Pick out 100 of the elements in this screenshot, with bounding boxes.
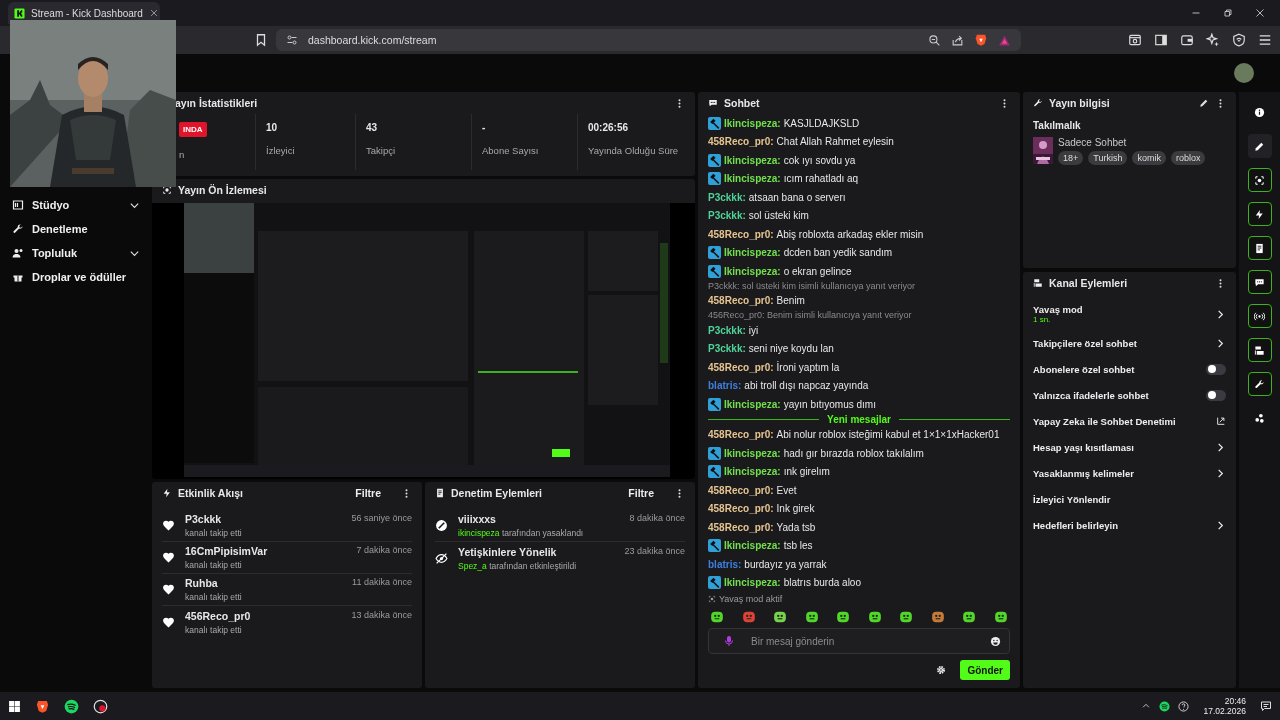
notification-icon[interactable] (1260, 700, 1272, 712)
channel-action[interactable]: Yavaş mod 1 sn. (1029, 298, 1230, 330)
settings-icon[interactable] (936, 665, 947, 675)
user-name[interactable]: 458Reco_pr0: (708, 295, 774, 307)
toggle-switch[interactable] (1206, 363, 1226, 375)
user-name[interactable]: blatris: (708, 380, 742, 392)
user-name[interactable]: Ikincispeza: (724, 577, 781, 589)
user-name: 16CmPipisimVar (185, 545, 268, 557)
user-name[interactable]: P3ckkk: (708, 191, 746, 203)
user-name[interactable]: Ikincispeza: (724, 398, 781, 410)
sidebar-icon[interactable] (1154, 33, 1168, 47)
user-name[interactable]: Ikincispeza: (724, 247, 781, 259)
rail-button[interactable] (1247, 168, 1272, 192)
triangle-icon[interactable] (998, 33, 1011, 47)
app-icon[interactable] (93, 698, 108, 714)
rail-button[interactable] (1247, 270, 1272, 294)
screenshot-icon[interactable] (1128, 33, 1142, 47)
menu-icon[interactable] (1258, 33, 1272, 47)
restore-icon[interactable] (1222, 7, 1234, 19)
channel-action[interactable]: Hesap yaşı kısıtlaması (1029, 434, 1230, 460)
user-name[interactable]: Ikincispeza: (724, 154, 781, 166)
rail-button[interactable] (1247, 338, 1272, 362)
emote-icon[interactable] (899, 610, 914, 624)
edit-icon[interactable] (1199, 98, 1209, 108)
zoom-icon[interactable] (928, 33, 941, 47)
emote-icon[interactable] (930, 610, 945, 624)
emote-icon[interactable] (741, 610, 756, 624)
user-name[interactable]: Ikincispeza: (724, 173, 781, 185)
emote-icon[interactable] (993, 610, 1008, 624)
user-name[interactable]: 458Reco_pr0: (708, 228, 774, 240)
avatar[interactable] (1234, 63, 1254, 83)
send-button[interactable]: Gönder (960, 660, 1010, 680)
spotify-icon[interactable] (64, 698, 79, 714)
shield-icon[interactable] (974, 33, 988, 47)
user-name[interactable]: Ikincispeza: (724, 117, 781, 129)
microphone-icon[interactable] (723, 635, 735, 647)
message-box[interactable]: Bir mesaj gönderin (708, 628, 1010, 654)
filter-button[interactable]: Filtre (355, 487, 381, 499)
user-name[interactable]: 458Reco_pr0: (708, 136, 774, 148)
message-text: burdayız ya yarrak (744, 558, 827, 570)
user-name[interactable]: Ikincispeza: (724, 466, 781, 478)
tag: komik (1132, 151, 1166, 165)
channel-action[interactable]: Abonelere özel sohbet (1029, 356, 1230, 382)
address-bar[interactable]: dashboard.kick.com/stream (276, 29, 1021, 51)
user-name[interactable]: blatris: (708, 558, 742, 570)
sidebar-item[interactable]: Stüdyo (0, 196, 150, 214)
channel-action[interactable]: Takipçilere özel sohbet (1029, 330, 1230, 356)
shield-icon[interactable] (1232, 33, 1246, 47)
sidebar-item[interactable]: Droplar ve ödüller (0, 268, 150, 286)
user-name[interactable]: Ikincispeza: (724, 447, 781, 459)
channel-action[interactable]: Yasaklanmış kelimeler (1029, 460, 1230, 486)
user-name[interactable]: Ikincispeza: (724, 265, 781, 277)
user-name[interactable]: P3ckkk: (708, 210, 746, 222)
windows-start-icon[interactable] (8, 699, 21, 713)
sparkle-icon[interactable] (1206, 33, 1220, 47)
channel-action[interactable]: Yapay Zeka ile Sohbet Denetimi (1029, 408, 1230, 434)
spotify-icon[interactable] (1159, 700, 1171, 712)
rail-button[interactable] (1247, 372, 1272, 396)
chevron-up-icon[interactable] (1141, 701, 1152, 711)
sidebar-item[interactable]: Topluluk (0, 244, 150, 262)
user-name[interactable]: 458Reco_pr0: (708, 361, 774, 373)
emote-icon[interactable] (962, 610, 977, 624)
eye-off-icon (435, 551, 448, 565)
user-name[interactable]: P3ckkk: (708, 343, 746, 355)
user-name[interactable]: Ikincispeza: (724, 540, 781, 552)
rail-button[interactable] (1247, 236, 1272, 260)
bookmark-icon[interactable] (254, 33, 268, 47)
close-icon[interactable] (148, 8, 159, 18)
emote-icon[interactable] (867, 610, 882, 624)
category-name[interactable]: Sadece Sohbet (1058, 137, 1206, 148)
user-name[interactable]: 458Reco_pr0: (708, 429, 774, 441)
wallet-icon[interactable] (1180, 33, 1194, 47)
filter-button[interactable]: Filtre (628, 487, 654, 499)
users-icon (12, 247, 24, 259)
browser-icon[interactable] (35, 698, 50, 714)
emote-icon[interactable] (710, 610, 724, 624)
user-name[interactable]: 458Reco_pr0: (708, 484, 774, 496)
channel-action[interactable]: Yalnızca ifadelerle sohbet (1029, 382, 1230, 408)
site-settings-icon[interactable] (286, 34, 298, 46)
share-icon[interactable] (951, 33, 964, 47)
user-name[interactable]: 458Reco_pr0: (708, 503, 774, 515)
user-name[interactable]: P3ckkk: (708, 324, 746, 336)
close-icon[interactable] (1254, 7, 1266, 19)
message-input[interactable]: Bir mesaj gönderin (749, 634, 976, 648)
rail-button[interactable] (1247, 304, 1272, 328)
sidebar-item[interactable]: Denetleme (0, 220, 150, 238)
emote-icon[interactable] (773, 610, 788, 624)
emote-icon[interactable] (804, 610, 819, 624)
emoji-icon[interactable] (990, 635, 1001, 647)
rail-button[interactable] (1247, 134, 1272, 158)
user-name[interactable]: 458Reco_pr0: (708, 521, 774, 533)
channel-action[interactable]: İzleyici Yönlendir (1029, 486, 1230, 512)
channel-action[interactable]: Hedefleri belirleyin (1029, 512, 1230, 538)
panel-title: Sohbet (724, 97, 761, 109)
panel-title: Etkinlik Akışı (178, 487, 244, 499)
toggle-switch[interactable] (1206, 389, 1226, 401)
timestamp: 56 saniye önce (351, 513, 412, 525)
rail-button[interactable] (1247, 202, 1272, 226)
help-icon[interactable] (1178, 700, 1190, 712)
emote-icon[interactable] (836, 610, 851, 624)
